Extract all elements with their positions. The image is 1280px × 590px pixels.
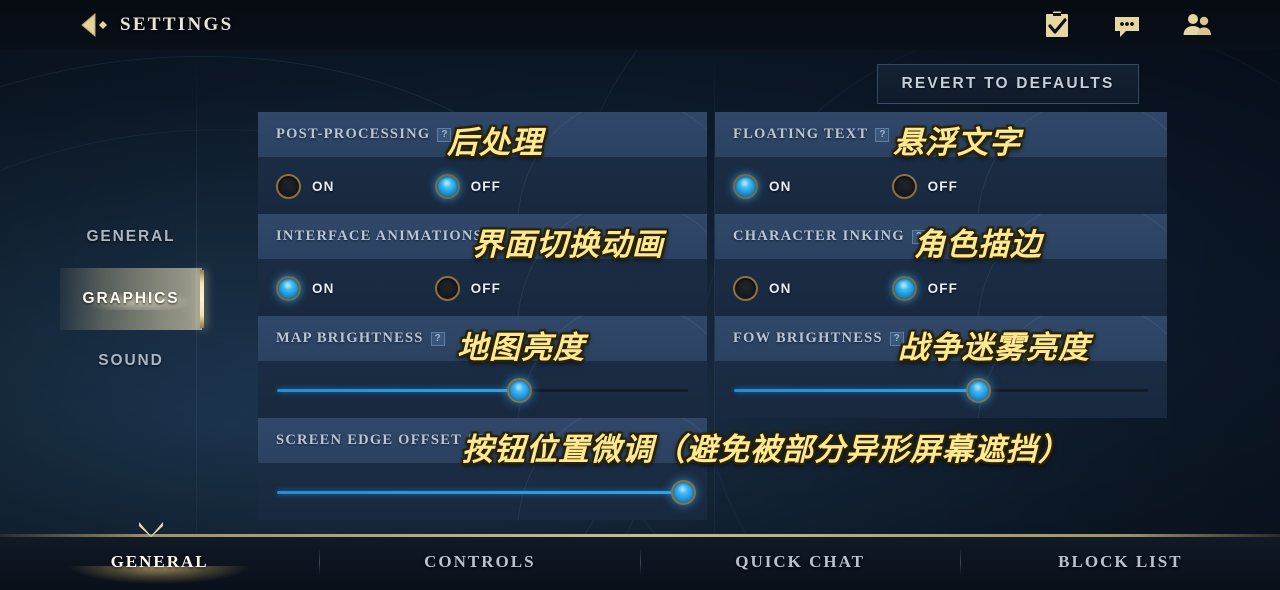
- setting-control: ON OFF: [715, 214, 1167, 316]
- setting-control: ON OFF: [258, 214, 707, 316]
- help-icon[interactable]: ?: [430, 331, 445, 346]
- page-title: SETTINGS: [120, 14, 234, 35]
- sidebar-item-sound[interactable]: SOUND: [60, 330, 202, 392]
- tab-quick-chat[interactable]: QUICK CHAT: [641, 534, 960, 590]
- radio-indicator: [891, 275, 917, 301]
- tab-label: CONTROLS: [424, 552, 536, 571]
- radio-indicator: [276, 275, 301, 301]
- slider-track: [734, 377, 1148, 403]
- annotation-fow-brightness: 战争迷雾亮度: [898, 330, 1090, 366]
- missions-clipboard-icon[interactable]: [1042, 10, 1072, 40]
- friends-people-icon[interactable]: [1182, 10, 1212, 40]
- radio-label: OFF: [927, 178, 959, 194]
- slider-thumb[interactable]: [506, 377, 532, 403]
- chat-bubble-icon[interactable]: [1112, 10, 1142, 40]
- setting-control: [258, 316, 707, 418]
- top-icon-group: [1042, 10, 1212, 40]
- slider-fill: [277, 388, 520, 392]
- tab-block-list[interactable]: BLOCK LIST: [961, 534, 1280, 590]
- radio-label: OFF: [470, 280, 502, 296]
- setting-control: [258, 418, 707, 520]
- radio-option-off[interactable]: OFF: [434, 275, 502, 301]
- sidebar-item-label: SOUND: [98, 352, 164, 369]
- tab-label: BLOCK LIST: [1058, 552, 1183, 571]
- radio-label: OFF: [470, 178, 502, 194]
- sidebar-item-label: GENERAL: [86, 228, 176, 245]
- sidebar-item-general[interactable]: GENERAL: [60, 206, 202, 268]
- annotation-map-brightness: 地图亮度: [457, 330, 585, 366]
- radio-indicator: [733, 173, 758, 199]
- settings-screen: SETTINGS REVERT TO DEFAULTS GENERAL GRAP…: [0, 0, 1280, 590]
- radio-group: ON OFF: [733, 158, 1167, 214]
- radio-option-on[interactable]: ON: [733, 173, 792, 199]
- sidebar-item-graphics[interactable]: GRAPHICS: [60, 268, 204, 330]
- slider-thumb[interactable]: [671, 479, 697, 505]
- radio-label: ON: [769, 280, 792, 296]
- setting-label: SCREEN EDGE OFFSET: [276, 432, 463, 448]
- slider-fill: [734, 388, 979, 392]
- radio-label: ON: [312, 280, 335, 296]
- radio-label: ON: [769, 178, 792, 194]
- screen-edge-offset-slider[interactable]: [277, 464, 697, 520]
- radio-option-off[interactable]: OFF: [891, 275, 959, 301]
- sidebar-item-label: GRAPHICS: [82, 290, 180, 307]
- slider-fill: [277, 490, 684, 494]
- slider-track: [277, 479, 697, 505]
- radio-indicator: [434, 173, 460, 199]
- map-brightness-slider[interactable]: [277, 362, 688, 418]
- bottom-tab-bar: GENERAL CONTROLS QUICK CHAT BLOCK LIST: [0, 522, 1280, 590]
- radio-option-on[interactable]: ON: [276, 173, 335, 199]
- tab-controls[interactable]: CONTROLS: [320, 534, 639, 590]
- tab-label: QUICK CHAT: [735, 552, 865, 571]
- revert-to-defaults-label: REVERT TO DEFAULTS: [901, 75, 1115, 92]
- radio-indicator: [434, 275, 460, 301]
- radio-option-off[interactable]: OFF: [434, 173, 502, 199]
- setting-label: POST-PROCESSING: [276, 126, 431, 142]
- setting-control: ON OFF: [715, 112, 1167, 214]
- slider-track: [277, 377, 688, 403]
- radio-group: ON OFF: [276, 260, 707, 316]
- radio-option-on[interactable]: ON: [733, 275, 792, 301]
- radio-option-off[interactable]: OFF: [891, 173, 959, 199]
- back-chevron-icon: [81, 12, 107, 38]
- radio-indicator: [276, 173, 301, 199]
- annotation-floating-text: 悬浮文字: [893, 125, 1021, 161]
- settings-category-nav: GENERAL GRAPHICS SOUND: [60, 206, 204, 392]
- setting-label: FOW BRIGHTNESS: [733, 330, 883, 346]
- back-button[interactable]: SETTINGS: [78, 8, 233, 42]
- setting-control: ON OFF: [258, 112, 707, 214]
- radio-indicator: [733, 275, 758, 301]
- setting-label: INTERFACE ANIMATIONS: [276, 228, 483, 244]
- radio-group: ON OFF: [733, 260, 1167, 316]
- annotation-interface-animations: 界面切换动画: [472, 227, 664, 263]
- setting-label: MAP BRIGHTNESS: [276, 330, 424, 346]
- radio-indicator: [891, 173, 917, 199]
- tab-general[interactable]: GENERAL: [0, 534, 319, 590]
- radio-label: ON: [312, 178, 335, 194]
- annotation-screen-edge-offset: 按钮位置微调（避免被部分异形屏幕遮挡）: [462, 432, 1070, 468]
- setting-label: FLOATING TEXT: [733, 126, 869, 142]
- radio-option-on[interactable]: ON: [276, 275, 335, 301]
- help-icon[interactable]: ?: [875, 127, 890, 142]
- fow-brightness-slider[interactable]: [734, 362, 1148, 418]
- tab-label: GENERAL: [110, 552, 209, 571]
- radio-label: OFF: [927, 280, 959, 296]
- radio-group: ON OFF: [276, 158, 707, 214]
- top-bar: SETTINGS: [0, 0, 1280, 50]
- annotation-post-processing: 后处理: [447, 125, 543, 161]
- setting-label: CHARACTER INKING: [733, 228, 905, 244]
- setting-control: [715, 316, 1167, 418]
- slider-thumb[interactable]: [965, 377, 991, 403]
- revert-to-defaults-button[interactable]: REVERT TO DEFAULTS: [877, 64, 1139, 104]
- annotation-character-inking: 角色描边: [914, 227, 1042, 263]
